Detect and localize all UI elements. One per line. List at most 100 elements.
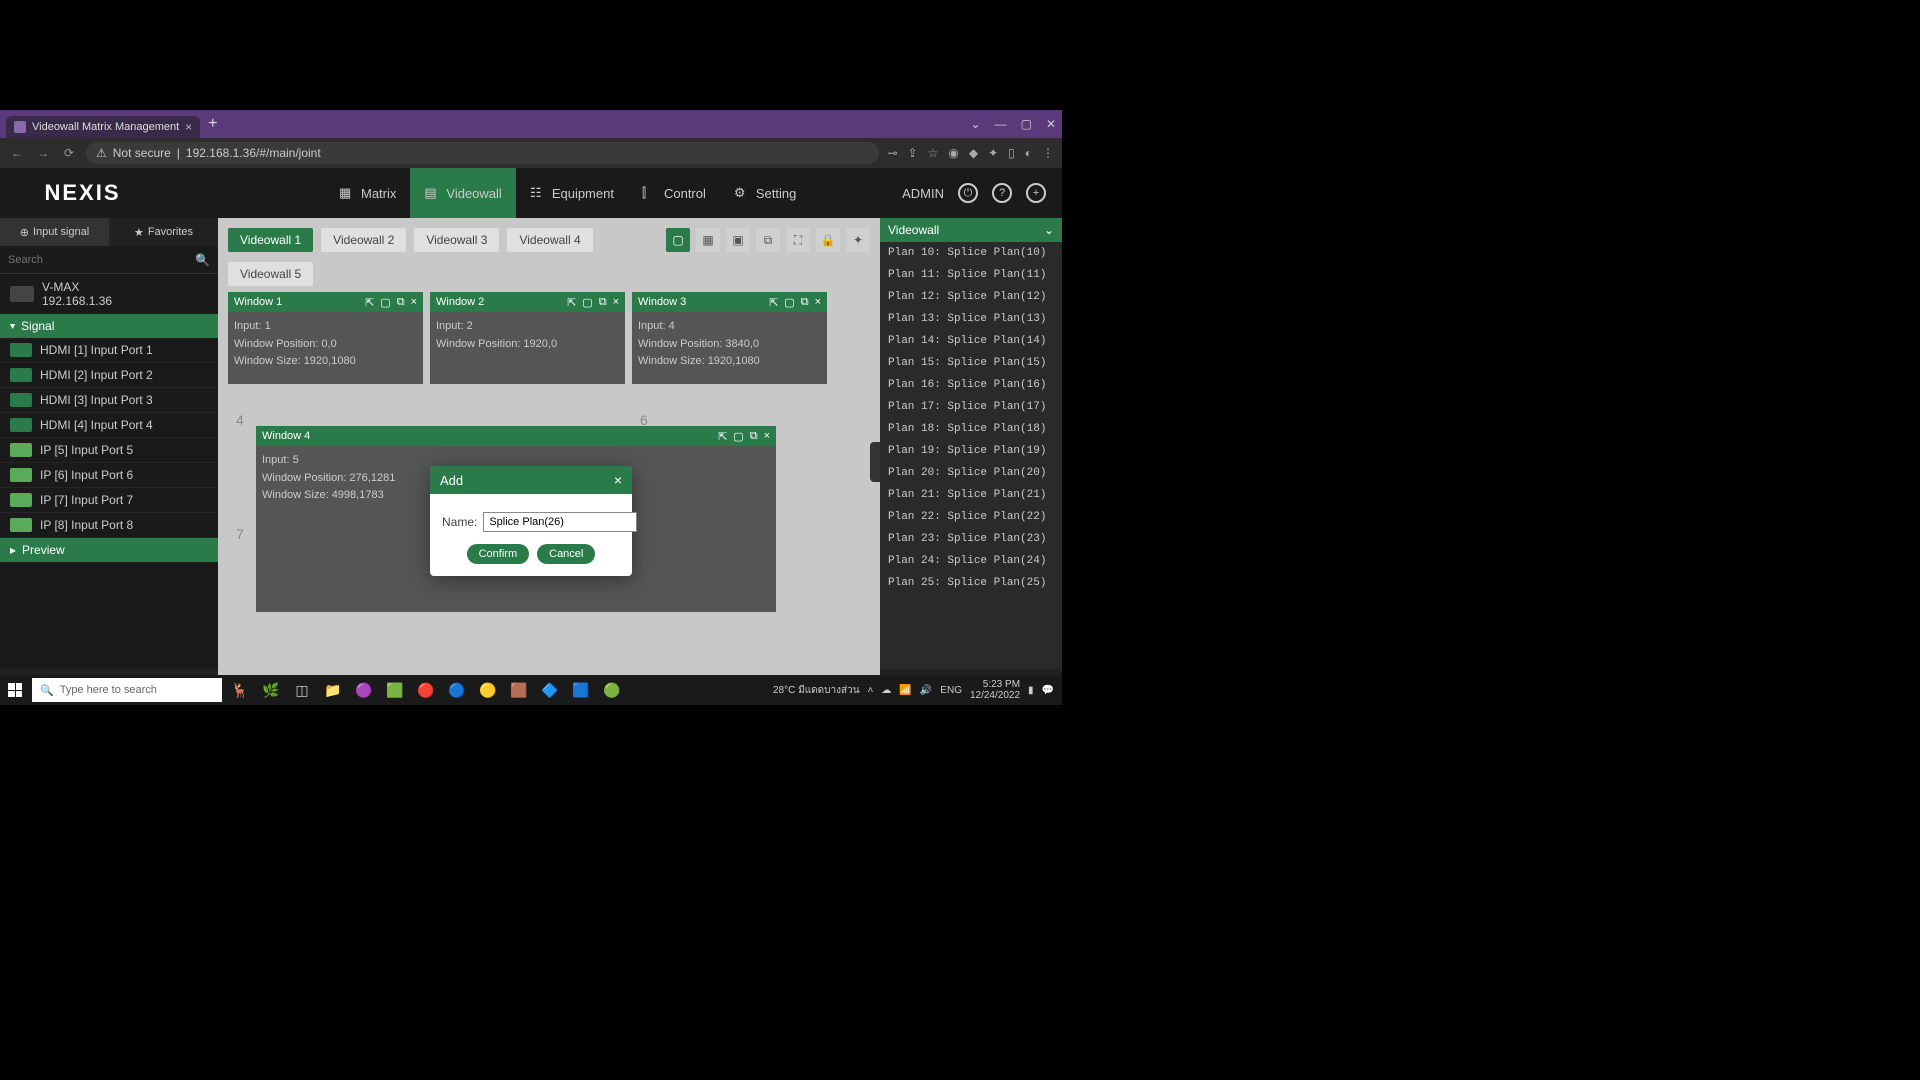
port-item[interactable]: IP [6] Input Port 6 — [0, 463, 218, 488]
port-item[interactable]: HDMI [1] Input Port 1 — [0, 338, 218, 363]
restore-icon[interactable]: ⧉ — [397, 296, 405, 309]
popout-icon[interactable]: ⇱ — [567, 296, 576, 309]
rightpanel-collapse-handle[interactable] — [870, 442, 880, 482]
section-preview[interactable]: ▸Preview — [0, 538, 218, 562]
popout-icon[interactable]: ⇱ — [365, 296, 374, 309]
sidebar-tab-favorites[interactable]: ★Favorites — [109, 218, 218, 246]
close-icon[interactable]: × — [764, 430, 770, 443]
avatar-icon[interactable]: ◐ — [1025, 146, 1032, 160]
tool-clear[interactable]: ✦ — [846, 228, 870, 252]
back-icon[interactable]: ← — [8, 146, 26, 160]
close-icon[interactable]: × — [815, 296, 821, 309]
window-3[interactable]: Window 3⇱▢⧉× Input: 4Window Position: 38… — [632, 292, 827, 384]
reload-icon[interactable]: ⟳ — [60, 146, 78, 160]
port-item[interactable]: HDMI [3] Input Port 3 — [0, 388, 218, 413]
window-2[interactable]: Window 2⇱▢⧉× Input: 2Window Position: 19… — [430, 292, 625, 384]
app5-icon[interactable]: 🔷 — [536, 676, 564, 704]
restore-icon[interactable]: ⧉ — [801, 296, 809, 309]
forward-icon[interactable]: → — [34, 146, 52, 160]
port-item[interactable]: HDMI [2] Input Port 2 — [0, 363, 218, 388]
section-signal[interactable]: ▸Signal — [0, 314, 218, 338]
search-icon[interactable]: 🔍 — [195, 253, 210, 267]
port-item[interactable]: IP [7] Input Port 7 — [0, 488, 218, 513]
taskbar-search[interactable]: 🔍Type here to search — [32, 678, 222, 702]
panel-icon[interactable]: ▯ — [1008, 146, 1015, 160]
name-input[interactable] — [483, 512, 637, 532]
app4-icon[interactable]: 🟫 — [505, 676, 533, 704]
tool-fullscreen[interactable]: ⛶ — [786, 228, 810, 252]
menu-icon[interactable]: ⋮ — [1042, 146, 1054, 160]
notifications-icon[interactable]: 💬 — [1042, 685, 1054, 696]
nav-setting[interactable]: ⚙Setting — [720, 168, 810, 218]
tab-videowall-3[interactable]: Videowall 3 — [414, 228, 499, 252]
plan-item[interactable]: Plan 25: Splice Plan(25) — [880, 572, 1062, 594]
modal-close-icon[interactable]: × — [614, 472, 622, 488]
tab-videowall-1[interactable]: Videowall 1 — [228, 228, 313, 252]
power-icon[interactable]: ⏻ — [958, 183, 978, 203]
plan-item[interactable]: Plan 10: Splice Plan(10) — [880, 242, 1062, 264]
plan-item[interactable]: Plan 20: Splice Plan(20) — [880, 462, 1062, 484]
maximize-icon[interactable]: ▢ — [380, 296, 390, 309]
plan-item[interactable]: Plan 24: Splice Plan(24) — [880, 550, 1062, 572]
tray-chevron-icon[interactable]: ˄ — [868, 685, 874, 696]
emoji2-icon[interactable]: 🌿 — [257, 676, 285, 704]
wifi-icon[interactable]: 📶 — [899, 685, 911, 696]
restore-icon[interactable]: ⧉ — [750, 430, 758, 443]
cancel-button[interactable]: Cancel — [537, 544, 595, 564]
puzzle-icon[interactable]: ✦ — [988, 146, 998, 160]
plan-item[interactable]: Plan 13: Splice Plan(13) — [880, 308, 1062, 330]
url-input[interactable]: ⚠ Not secure | 192.168.1.36/#/main/joint — [86, 142, 879, 164]
tool-capture[interactable]: ⧉ — [756, 228, 780, 252]
add-icon[interactable]: + — [1026, 183, 1046, 203]
help-icon[interactable]: ? — [992, 183, 1012, 203]
maximize-icon[interactable]: ▢ — [1021, 117, 1032, 131]
plan-item[interactable]: Plan 14: Splice Plan(14) — [880, 330, 1062, 352]
popout-icon[interactable]: ⇱ — [718, 430, 727, 443]
port-item[interactable]: HDMI [4] Input Port 4 — [0, 413, 218, 438]
port-item[interactable]: IP [8] Input Port 8 — [0, 513, 218, 538]
maximize-icon[interactable]: ▢ — [733, 430, 743, 443]
app3-icon[interactable]: 🟡 — [474, 676, 502, 704]
close-icon[interactable]: × — [411, 296, 417, 309]
plan-item[interactable]: Plan 23: Splice Plan(23) — [880, 528, 1062, 550]
app1-icon[interactable]: 🟣 — [350, 676, 378, 704]
excel-icon[interactable]: 🟩 — [381, 676, 409, 704]
user-label[interactable]: ADMIN — [902, 186, 944, 201]
chevron-down-icon[interactable]: ⌄ — [1044, 223, 1054, 237]
plan-item[interactable]: Plan 15: Splice Plan(15) — [880, 352, 1062, 374]
close-icon[interactable]: × — [613, 296, 619, 309]
taskview-icon[interactable]: ◫ — [288, 676, 316, 704]
emoji1-icon[interactable]: 🦌 — [226, 676, 254, 704]
key-icon[interactable]: ⊸ — [887, 146, 897, 160]
nav-videowall[interactable]: ▤Videowall — [410, 168, 515, 218]
line-icon[interactable]: 🟢 — [598, 676, 626, 704]
minimize-icon[interactable]: — — [995, 117, 1007, 131]
device-item[interactable]: V-MAX 192.168.1.36 — [0, 274, 218, 314]
plan-item[interactable]: Plan 22: Splice Plan(22) — [880, 506, 1062, 528]
maximize-icon[interactable]: ▢ — [582, 296, 592, 309]
chevron-down-icon[interactable]: ⌄ — [971, 117, 981, 131]
plan-item[interactable]: Plan 12: Splice Plan(12) — [880, 286, 1062, 308]
restore-icon[interactable]: ⧉ — [599, 296, 607, 309]
tab-videowall-4[interactable]: Videowall 4 — [507, 228, 592, 252]
tray-app-icon[interactable]: ▮ — [1028, 685, 1034, 696]
share-icon[interactable]: ⇪ — [908, 146, 918, 160]
plan-item[interactable]: Plan 16: Splice Plan(16) — [880, 374, 1062, 396]
plan-item[interactable]: Plan 18: Splice Plan(18) — [880, 418, 1062, 440]
start-button[interactable] — [0, 675, 30, 705]
sidebar-tab-input[interactable]: ⊕Input signal — [0, 218, 109, 246]
explorer-icon[interactable]: 📁 — [319, 676, 347, 704]
tool-single[interactable]: ▢ — [666, 228, 690, 252]
tool-image[interactable]: ▣ — [726, 228, 750, 252]
star-icon[interactable]: ☆ — [928, 146, 939, 160]
window-1[interactable]: Window 1⇱▢⧉× Input: 1Window Position: 0,… — [228, 292, 423, 384]
nav-control[interactable]: ⫿Control — [628, 168, 720, 218]
browser-tab[interactable]: Videowall Matrix Management × — [6, 116, 200, 138]
nav-equipment[interactable]: ☷Equipment — [516, 168, 628, 218]
ext2-icon[interactable]: ◆ — [969, 146, 978, 160]
nav-matrix[interactable]: ▦Matrix — [325, 168, 410, 218]
app2-icon[interactable]: 🔵 — [443, 676, 471, 704]
ext1-icon[interactable]: ◉ — [948, 146, 958, 160]
plan-item[interactable]: Plan 11: Splice Plan(11) — [880, 264, 1062, 286]
plan-item[interactable]: Plan 19: Splice Plan(19) — [880, 440, 1062, 462]
